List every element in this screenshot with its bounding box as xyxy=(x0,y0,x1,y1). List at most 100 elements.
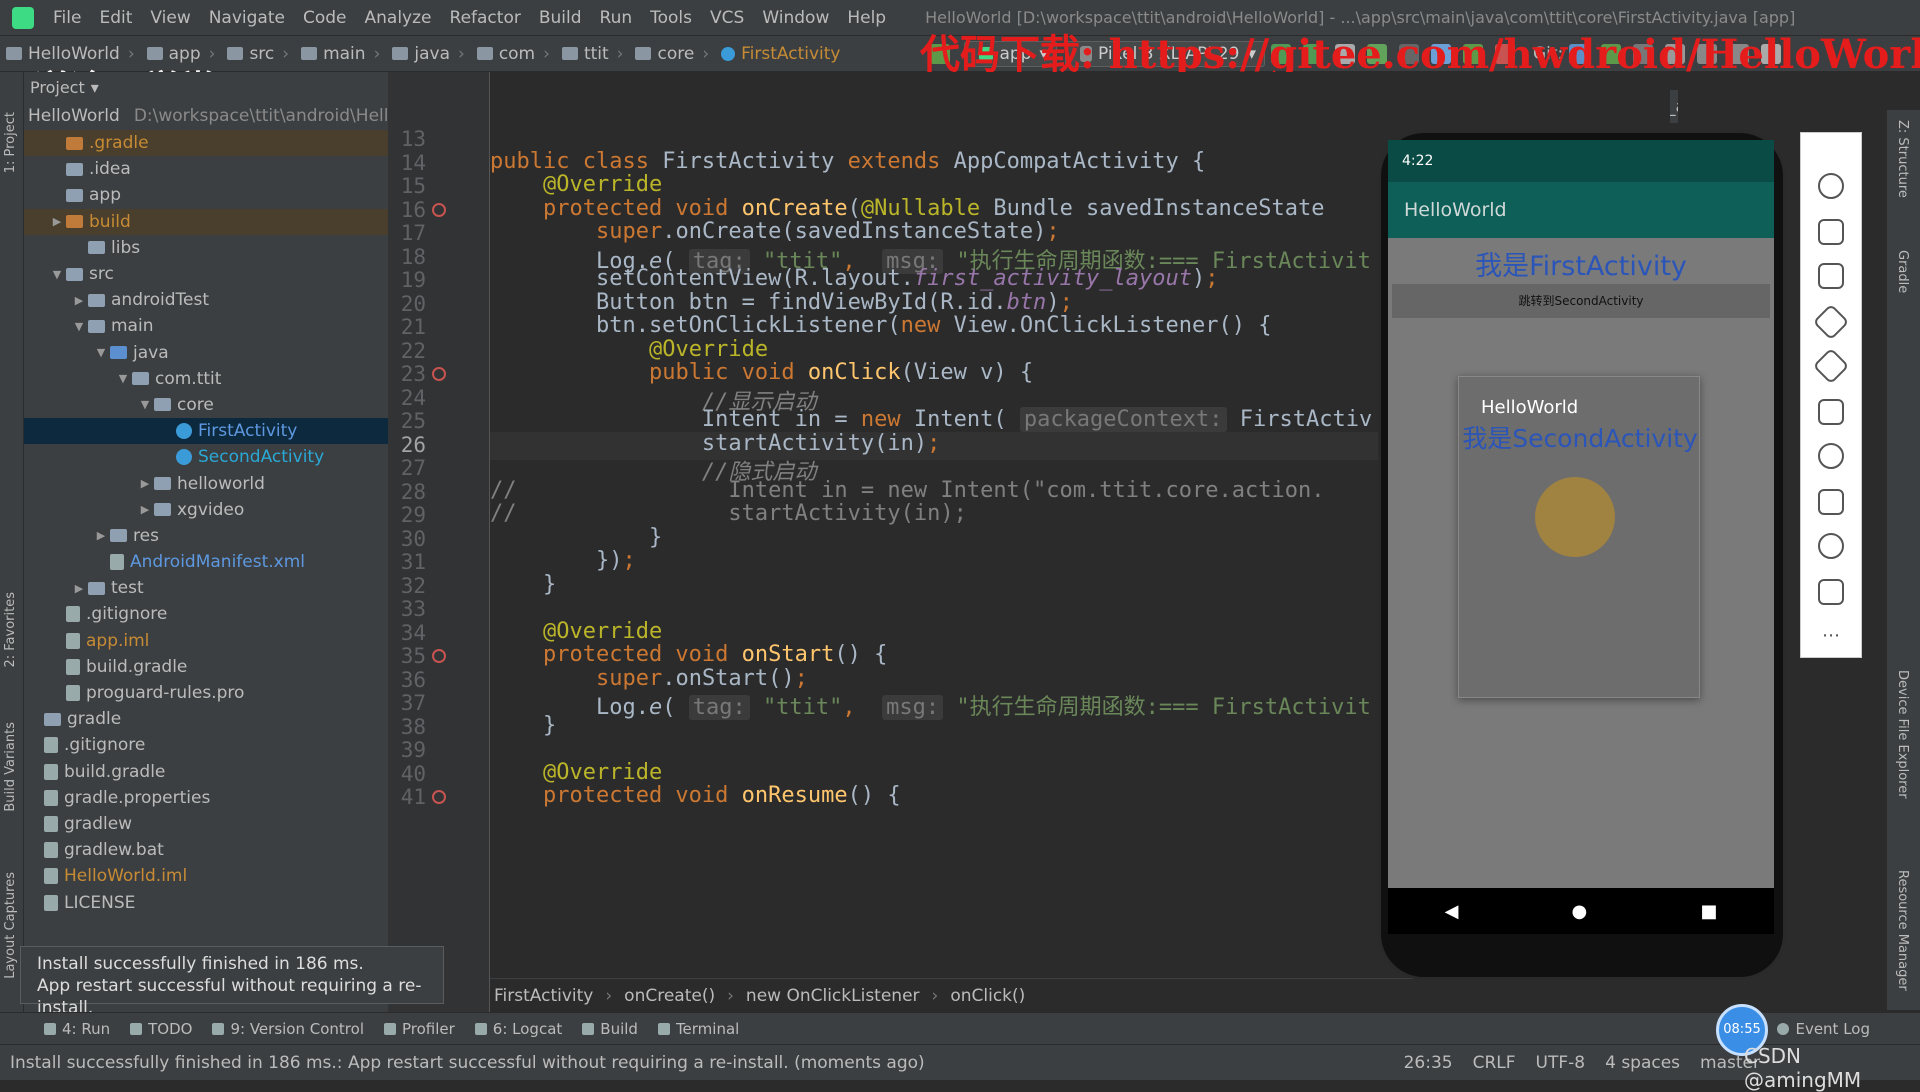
tree-item[interactable]: SecondActivity xyxy=(24,444,388,470)
tool-version-control[interactable]: 9: Version Control xyxy=(202,1020,374,1038)
tree-item[interactable]: app.iml xyxy=(24,628,388,654)
menu-vcs[interactable]: VCS xyxy=(701,8,753,28)
file-encoding[interactable]: UTF-8 xyxy=(1526,1053,1596,1073)
code-line[interactable]: btn.setOnClickListener(new View.OnClickL… xyxy=(490,313,1272,338)
project-root-row[interactable]: HelloWorld D:\workspace\ttit\android\Hell… xyxy=(24,102,388,130)
tool-terminal[interactable]: Terminal xyxy=(648,1020,749,1038)
collapse-arrow-icon[interactable]: ▼ xyxy=(138,398,152,411)
code-line[interactable]: }); xyxy=(490,548,636,573)
indent-setting[interactable]: 4 spaces xyxy=(1595,1053,1690,1073)
tree-item[interactable]: ▶ build xyxy=(24,208,388,235)
expand-arrow-icon[interactable]: ▶ xyxy=(50,215,64,228)
crumb-com[interactable]: com › xyxy=(471,44,556,64)
tab-gradle[interactable]: Gradle xyxy=(1895,250,1910,293)
project-panel-header[interactable]: Project ▾ xyxy=(24,72,388,102)
caret-position[interactable]: 26:35 xyxy=(1394,1053,1463,1073)
tree-item[interactable]: ▼ src xyxy=(24,261,388,287)
expand-arrow-icon[interactable]: ▶ xyxy=(94,529,108,542)
menu-tools[interactable]: Tools xyxy=(641,8,701,28)
tree-item[interactable]: gradlew xyxy=(24,811,388,837)
menu-code[interactable]: Code xyxy=(294,8,356,28)
tab-device-file-explorer[interactable]: Device File Explorer xyxy=(1895,670,1910,799)
back-icon[interactable]: ◀ xyxy=(1445,901,1459,922)
crumb-firstactivity[interactable]: FirstActivity xyxy=(715,44,846,64)
tree-item[interactable]: ▼ main xyxy=(24,313,388,339)
emulator-screen[interactable]: 4:22 HelloWorld 我是FirstActivity 跳转到Secon… xyxy=(1388,140,1774,888)
tree-item[interactable]: ▶ xgvideo xyxy=(24,497,388,523)
status-message[interactable]: Install successfully finished in 186 ms.… xyxy=(0,1053,1394,1073)
tool-build[interactable]: Build xyxy=(572,1020,648,1038)
rotate-left-icon[interactable] xyxy=(1812,303,1850,341)
overview-square-icon[interactable] xyxy=(1818,579,1844,605)
code-line[interactable]: @Override xyxy=(490,337,768,362)
breadcrumb-onclick[interactable]: onClick() xyxy=(950,986,1025,1006)
tree-item[interactable]: gradle.properties xyxy=(24,785,388,811)
menu-navigate[interactable]: Navigate xyxy=(200,8,294,28)
menu-edit[interactable]: Edit xyxy=(90,8,141,28)
override-gutter-icon[interactable] xyxy=(432,202,446,217)
menu-build[interactable]: Build xyxy=(530,8,591,28)
tab-favorites[interactable]: 2: Favorites xyxy=(3,592,18,668)
volume-down-icon[interactable] xyxy=(1818,263,1844,289)
more-icon[interactable]: ⋯ xyxy=(1818,625,1844,651)
line-separator[interactable]: CRLF xyxy=(1463,1053,1526,1073)
tree-item[interactable]: HelloWorld.iml xyxy=(24,863,388,889)
code-line[interactable]: super.onStart(); xyxy=(490,666,808,691)
tree-item[interactable]: gradle xyxy=(24,706,388,732)
tab-structure[interactable]: Z: Structure xyxy=(1895,120,1910,198)
code-line[interactable]: Intent in = new Intent( packageContext: … xyxy=(490,407,1372,432)
jump-to-second-button[interactable]: 跳转到SecondActivity xyxy=(1392,284,1770,318)
code-line[interactable]: Button btn = findViewById(R.id.btn); xyxy=(490,290,1073,315)
code-line[interactable]: // startActivity(in); xyxy=(490,501,967,526)
menu-run[interactable]: Run xyxy=(591,8,642,28)
tree-item[interactable]: ▶ res xyxy=(24,523,388,549)
expand-arrow-icon[interactable]: ▶ xyxy=(72,294,86,307)
code-line[interactable]: @Override xyxy=(490,619,662,644)
code-line[interactable]: } xyxy=(490,713,556,738)
tool-todo[interactable]: TODO xyxy=(120,1020,202,1038)
code-line[interactable]: startActivity(in); xyxy=(490,431,940,456)
power-icon[interactable] xyxy=(1818,173,1844,199)
home-icon[interactable]: ● xyxy=(1572,901,1588,922)
install-notification[interactable]: Install successfully finished in 186 ms.… xyxy=(20,946,444,1018)
tool-profiler[interactable]: Profiler xyxy=(374,1020,465,1038)
tree-item[interactable]: proguard-rules.pro xyxy=(24,680,388,706)
menu-window[interactable]: Window xyxy=(753,8,838,28)
code-line[interactable]: @Override xyxy=(490,172,662,197)
tab-layout-captures[interactable]: Layout Captures xyxy=(3,872,18,979)
tool-run[interactable]: 4: Run xyxy=(34,1020,120,1038)
tree-item[interactable]: ▼ java xyxy=(24,340,388,366)
breadcrumb-listener[interactable]: new OnClickListener xyxy=(746,986,920,1006)
tree-item[interactable]: LICENSE xyxy=(24,889,388,915)
code-line[interactable]: protected void onResume() { xyxy=(490,783,901,808)
expand-arrow-icon[interactable]: ▶ xyxy=(138,477,152,490)
tree-item[interactable]: build.gradle xyxy=(24,654,388,680)
code-line[interactable]: public class FirstActivity extends AppCo… xyxy=(490,149,1205,174)
breadcrumb-class[interactable]: FirstActivity xyxy=(494,986,593,1006)
tree-item[interactable]: .gitignore xyxy=(24,601,388,627)
menu-file[interactable]: File xyxy=(44,8,90,28)
tree-item[interactable]: ▶ test xyxy=(24,575,388,601)
home-circle-icon[interactable] xyxy=(1818,533,1844,559)
crumb-core[interactable]: core › xyxy=(629,44,715,64)
collapse-arrow-icon[interactable]: ▼ xyxy=(116,372,130,385)
collapse-arrow-icon[interactable]: ▼ xyxy=(94,346,108,359)
tree-item[interactable]: .gradle xyxy=(24,130,388,157)
menu-help[interactable]: Help xyxy=(838,8,895,28)
tool-event-log[interactable]: Event Log xyxy=(1767,1020,1880,1038)
breadcrumb-method[interactable]: onCreate() xyxy=(624,986,715,1006)
code-line[interactable]: public void onClick(View v) { xyxy=(490,360,1033,385)
menu-analyze[interactable]: Analyze xyxy=(356,8,441,28)
expand-arrow-icon[interactable]: ▶ xyxy=(72,582,86,595)
code-line[interactable]: setContentView(R.layout.first_activity_l… xyxy=(490,266,1219,291)
tree-item[interactable]: ▼ core xyxy=(24,392,388,418)
crumb-ttit[interactable]: ttit › xyxy=(556,44,630,64)
code-line[interactable]: Log.e( tag: "ttit", msg: "执行生命周期函数:=== F… xyxy=(490,689,1371,721)
code-line[interactable]: } xyxy=(490,525,662,550)
recents-icon[interactable]: ■ xyxy=(1700,901,1717,922)
collapse-arrow-icon[interactable]: ▼ xyxy=(50,268,64,281)
code-line[interactable]: protected void onCreate(@Nullable Bundle… xyxy=(490,196,1325,221)
tree-item[interactable]: gradlew.bat xyxy=(24,837,388,863)
override-gutter-icon[interactable] xyxy=(432,790,446,804)
screenshot-icon[interactable] xyxy=(1818,399,1844,425)
